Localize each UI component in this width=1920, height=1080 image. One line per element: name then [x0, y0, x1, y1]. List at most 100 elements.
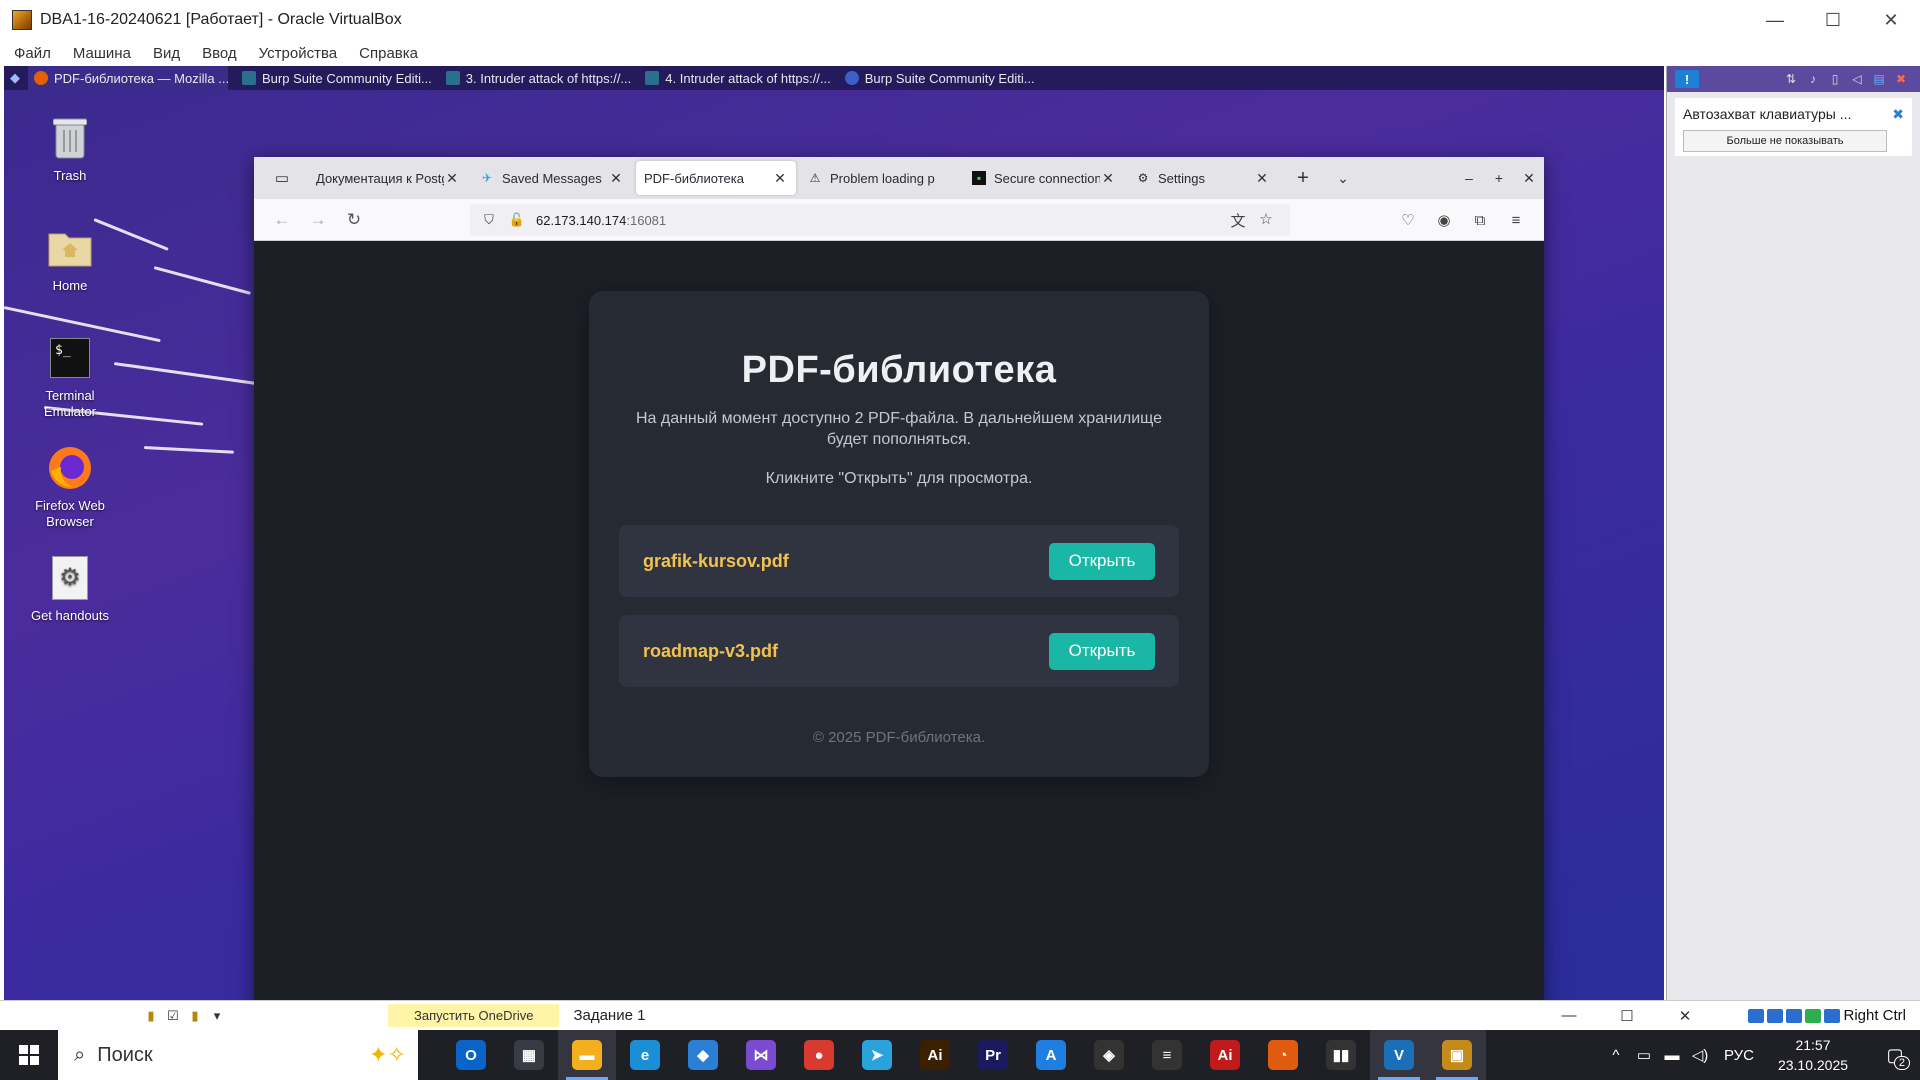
taskbar-app[interactable]: e: [616, 1030, 674, 1080]
taskbar-app[interactable]: ▬: [558, 1030, 616, 1080]
desktop-icon-home[interactable]: Home: [20, 224, 120, 294]
desktop-icon-terminal[interactable]: $_ Terminal Emulator: [20, 334, 120, 420]
tab-secure-connection[interactable]: ▪ Secure connection ✕: [964, 161, 1124, 195]
guest-taskbar-label: PDF-библиотека — Mozilla ...: [54, 70, 228, 86]
folder-icon[interactable]: ▮: [140, 1008, 162, 1024]
bookmark-star-icon[interactable]: ☆: [1252, 210, 1280, 231]
firefox-icon: [46, 444, 94, 492]
desktop-icon-get-handouts[interactable]: ⚙ Get handouts: [20, 554, 120, 624]
back-arrow-icon[interactable]: ←: [264, 204, 300, 236]
guest-taskbar-item[interactable]: Burp Suite Community Editi...: [844, 71, 1035, 86]
clock[interactable]: 21:57 23.10.2025: [1768, 1035, 1858, 1075]
tab-problem-loading[interactable]: ⚠ Problem loading p: [800, 161, 960, 195]
insecure-lock-icon[interactable]: 🔓: [508, 212, 526, 228]
ff-close-button[interactable]: ✕: [1514, 157, 1544, 199]
taskbar-app[interactable]: ⋈: [732, 1030, 790, 1080]
close-button[interactable]: ✕: [1862, 0, 1920, 40]
folder-icon[interactable]: ▮: [184, 1008, 206, 1024]
taskbar-app[interactable]: Ai: [1196, 1030, 1254, 1080]
url-bar[interactable]: ⛉ 🔓 62.173.140.174:16081 文 ☆: [470, 204, 1290, 236]
taskbar-app[interactable]: ◈: [1080, 1030, 1138, 1080]
file-explorer-icon: ▬: [572, 1040, 602, 1070]
notification-badge-icon[interactable]: !: [1675, 70, 1699, 88]
menu-file[interactable]: Файл: [14, 45, 51, 62]
start-button[interactable]: [0, 1030, 58, 1080]
battery-icon[interactable]: ▬: [1658, 1047, 1686, 1064]
notification-side-panel: ! ⇅ ♪ ▯ ◁ ▤ ✖ Автозахват клавиатуры ... …: [1666, 66, 1920, 1000]
reload-icon[interactable]: ↻: [336, 204, 372, 236]
explorer-minimize-button[interactable]: —: [1540, 1007, 1598, 1025]
store-icon: ▦: [514, 1040, 544, 1070]
telegram-icon: ✈: [481, 171, 493, 185]
translate-icon[interactable]: 文: [1224, 210, 1252, 231]
pocket-icon[interactable]: ♡: [1390, 204, 1426, 236]
desktop-icon-firefox[interactable]: Firefox Web Browser: [20, 444, 120, 530]
guest-taskbar-item[interactable]: PDF-библиотека — Mozilla ...: [28, 66, 228, 90]
taskbar-app[interactable]: ●: [790, 1030, 848, 1080]
ff-maximize-button[interactable]: +: [1484, 157, 1514, 199]
taskbar-app[interactable]: ▦: [500, 1030, 558, 1080]
account-icon[interactable]: ◉: [1426, 204, 1462, 236]
tray-overflow-icon[interactable]: ^: [1602, 1047, 1630, 1064]
taskbar-app[interactable]: ◆: [674, 1030, 732, 1080]
list-all-tabs-button[interactable]: ⌄: [1328, 170, 1358, 187]
tracking-shield-icon[interactable]: ⛉: [480, 212, 498, 228]
guest-desktop: ◆ PDF-библиотека — Mozilla ... Burp Suit…: [4, 66, 1664, 1000]
taskbar-app[interactable]: ◔: [1254, 1030, 1312, 1080]
guest-taskbar-item[interactable]: 4. Intruder attack of https://...: [645, 71, 831, 86]
dont-show-again-button[interactable]: Больше не показывать: [1683, 130, 1887, 152]
minimize-button[interactable]: —: [1746, 0, 1804, 40]
open-button[interactable]: Открыть: [1049, 632, 1155, 670]
tab-close-icon[interactable]: ✕: [608, 170, 624, 187]
extensions-icon[interactable]: ⧉: [1462, 204, 1498, 236]
taskbar-app[interactable]: Ai: [906, 1030, 964, 1080]
menu-machine[interactable]: Машина: [73, 45, 131, 62]
guest-menu-icon[interactable]: ◆: [10, 70, 20, 86]
tab-close-icon[interactable]: ✕: [444, 170, 460, 187]
guest-taskbar-item[interactable]: 3. Intruder attack of https://...: [445, 71, 631, 86]
taskbar-app[interactable]: O: [442, 1030, 500, 1080]
taskbar-app[interactable]: ➤: [848, 1030, 906, 1080]
acrobat-icon: Ai: [1210, 1040, 1240, 1070]
onedrive-prompt[interactable]: Запустить OneDrive: [388, 1004, 560, 1027]
taskbar-app[interactable]: Pr: [964, 1030, 1022, 1080]
paint-icon: ◆: [688, 1040, 718, 1070]
taskbar-app[interactable]: ▮▮: [1312, 1030, 1370, 1080]
tab-postgres-docs[interactable]: Документация к Postg ✕: [308, 161, 468, 195]
gear-glyph: ⚙: [52, 556, 88, 600]
menu-view[interactable]: Вид: [153, 45, 180, 62]
menu-devices[interactable]: Устройства: [259, 45, 337, 62]
menu-hamburger-icon[interactable]: ≡: [1498, 204, 1534, 236]
firefox-view-icon[interactable]: ▭: [266, 162, 298, 194]
ff-minimize-button[interactable]: –: [1454, 157, 1484, 199]
maximize-button[interactable]: ☐: [1804, 0, 1862, 40]
taskbar-app[interactable]: V: [1370, 1030, 1428, 1080]
checkbox-icon[interactable]: ☑: [162, 1008, 184, 1024]
language-indicator[interactable]: РУС: [1724, 1047, 1754, 1064]
menu-help[interactable]: Справка: [359, 45, 418, 62]
display-icon[interactable]: ▭: [1630, 1046, 1658, 1064]
tab-close-icon[interactable]: ✕: [1254, 170, 1270, 187]
copilot-sparkle-icon[interactable]: ✦✧: [369, 1042, 406, 1068]
tab-saved-messages[interactable]: ✈ Saved Messages ✕: [472, 161, 632, 195]
tab-close-icon[interactable]: ✕: [1100, 170, 1116, 187]
new-tab-button[interactable]: +: [1288, 167, 1318, 190]
explorer-maximize-button[interactable]: ☐: [1598, 1007, 1656, 1025]
tab-pdf-library[interactable]: PDF-библиотека ✕: [636, 161, 796, 195]
tab-close-icon[interactable]: ✕: [772, 170, 788, 187]
dropdown-arrow-icon[interactable]: ▾: [206, 1008, 228, 1024]
speaker-icon[interactable]: ◁): [1686, 1046, 1714, 1064]
taskbar-app[interactable]: A: [1022, 1030, 1080, 1080]
guest-taskbar-item[interactable]: Burp Suite Community Editi...: [242, 71, 432, 86]
open-button[interactable]: Открыть: [1049, 542, 1155, 580]
taskbar-search[interactable]: ⌕ Поиск ✦✧: [58, 1030, 418, 1080]
menu-input[interactable]: Ввод: [202, 45, 237, 62]
taskbar-app[interactable]: ▣: [1428, 1030, 1486, 1080]
tab-settings[interactable]: ⚙ Settings ✕: [1128, 161, 1278, 195]
notice-close-icon[interactable]: ✖: [1892, 106, 1904, 123]
desktop-icon-trash[interactable]: Trash: [20, 114, 120, 184]
forward-arrow-icon[interactable]: →: [300, 204, 336, 236]
notification-center-icon[interactable]: ▢ 2: [1870, 1030, 1920, 1080]
taskbar-app[interactable]: ≡: [1138, 1030, 1196, 1080]
explorer-close-button[interactable]: ✕: [1656, 1007, 1714, 1025]
